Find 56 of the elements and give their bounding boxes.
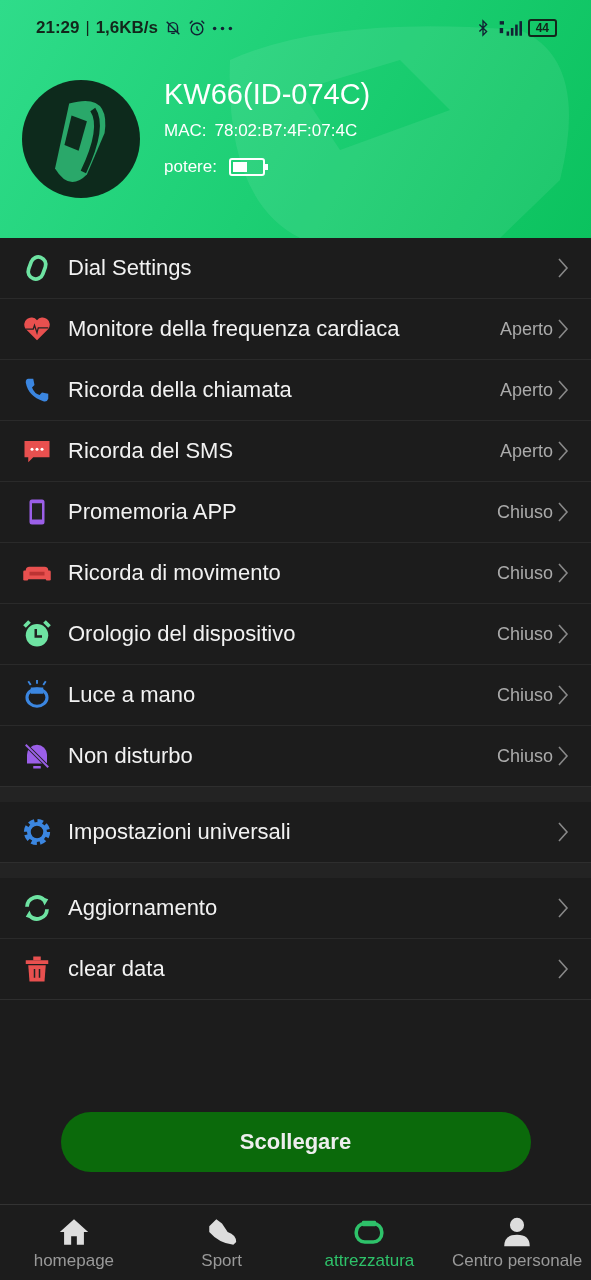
nav-tab[interactable]: Sport — [147, 1205, 296, 1280]
nav-tab[interactable]: homepage — [0, 1205, 148, 1280]
alarm-clock-icon — [22, 619, 52, 649]
item-status: Chiuso — [496, 562, 553, 584]
chevron-right-icon — [557, 622, 569, 646]
chevron-right-icon — [557, 561, 569, 585]
menu-item[interactable]: Orologio del dispositivo Chiuso — [0, 604, 591, 665]
bell-off-icon — [22, 741, 52, 771]
chevron-right-icon — [557, 820, 569, 844]
chevron-right-icon — [557, 317, 569, 341]
raised-wrist-icon — [22, 680, 52, 710]
chevron-right-icon — [557, 896, 569, 920]
battery-indicator: 44 — [527, 19, 557, 37]
item-status: Chiuso — [496, 745, 553, 767]
chevron-right-icon — [557, 957, 569, 981]
alarm-icon — [188, 19, 206, 37]
refresh-icon — [22, 893, 52, 923]
chevron-right-icon — [557, 683, 569, 707]
nav-tab[interactable]: Centro personale — [443, 1205, 591, 1280]
band-icon — [22, 80, 140, 198]
menu-item[interactable]: Promemoria APP Chiuso — [0, 482, 591, 543]
chevron-right-icon — [557, 500, 569, 524]
menu-item[interactable]: Monitore della frequenza cardiaca Aperto — [0, 299, 591, 360]
menu-item[interactable]: clear data — [0, 939, 591, 999]
status-time: 21:29 — [36, 18, 80, 38]
item-status: Chiuso — [496, 501, 553, 523]
item-status: Aperto — [499, 318, 553, 340]
status-divider: | — [85, 19, 90, 37]
more-icon — [212, 24, 233, 32]
mac-address: 78:02:B7:4F:07:4C — [214, 120, 358, 141]
menu-item[interactable]: Ricorda di movimento Chiuso — [0, 543, 591, 604]
chevron-right-icon — [557, 744, 569, 768]
item-status: Aperto — [499, 440, 553, 462]
chevron-right-icon — [557, 439, 569, 463]
item-status: Chiuso — [496, 623, 553, 645]
nav-tab[interactable]: attrezzatura — [295, 1205, 444, 1280]
network-speed: 1,6KB/s — [95, 18, 158, 38]
battery-icon — [228, 156, 269, 177]
mac-label: MAC: — [164, 120, 207, 141]
chevron-right-icon — [557, 378, 569, 402]
menu-item[interactable]: Dial Settings — [0, 238, 591, 299]
item-status: Aperto — [499, 379, 553, 401]
menu-item[interactable]: Luce a mano Chiuso — [0, 665, 591, 726]
menu-item[interactable]: Aggiornamento — [0, 878, 591, 939]
device-name: KW66(ID-074C) — [164, 77, 371, 111]
signal-icon — [497, 19, 522, 37]
menu-item[interactable]: Ricorda del SMS Aperto — [0, 421, 591, 482]
chevron-right-icon — [557, 256, 569, 280]
power-label: potere: — [164, 156, 217, 177]
item-status: Chiuso — [496, 684, 553, 706]
menu-item[interactable]: Impostazioni universali — [0, 802, 591, 862]
bell-off-icon — [164, 19, 182, 37]
menu-item[interactable]: Ricorda della chiamata Aperto — [0, 360, 591, 421]
settings-icon — [22, 817, 52, 847]
menu-item[interactable]: Non disturbo Chiuso — [0, 726, 591, 786]
disconnect-button[interactable]: Scollegare — [60, 1112, 531, 1172]
